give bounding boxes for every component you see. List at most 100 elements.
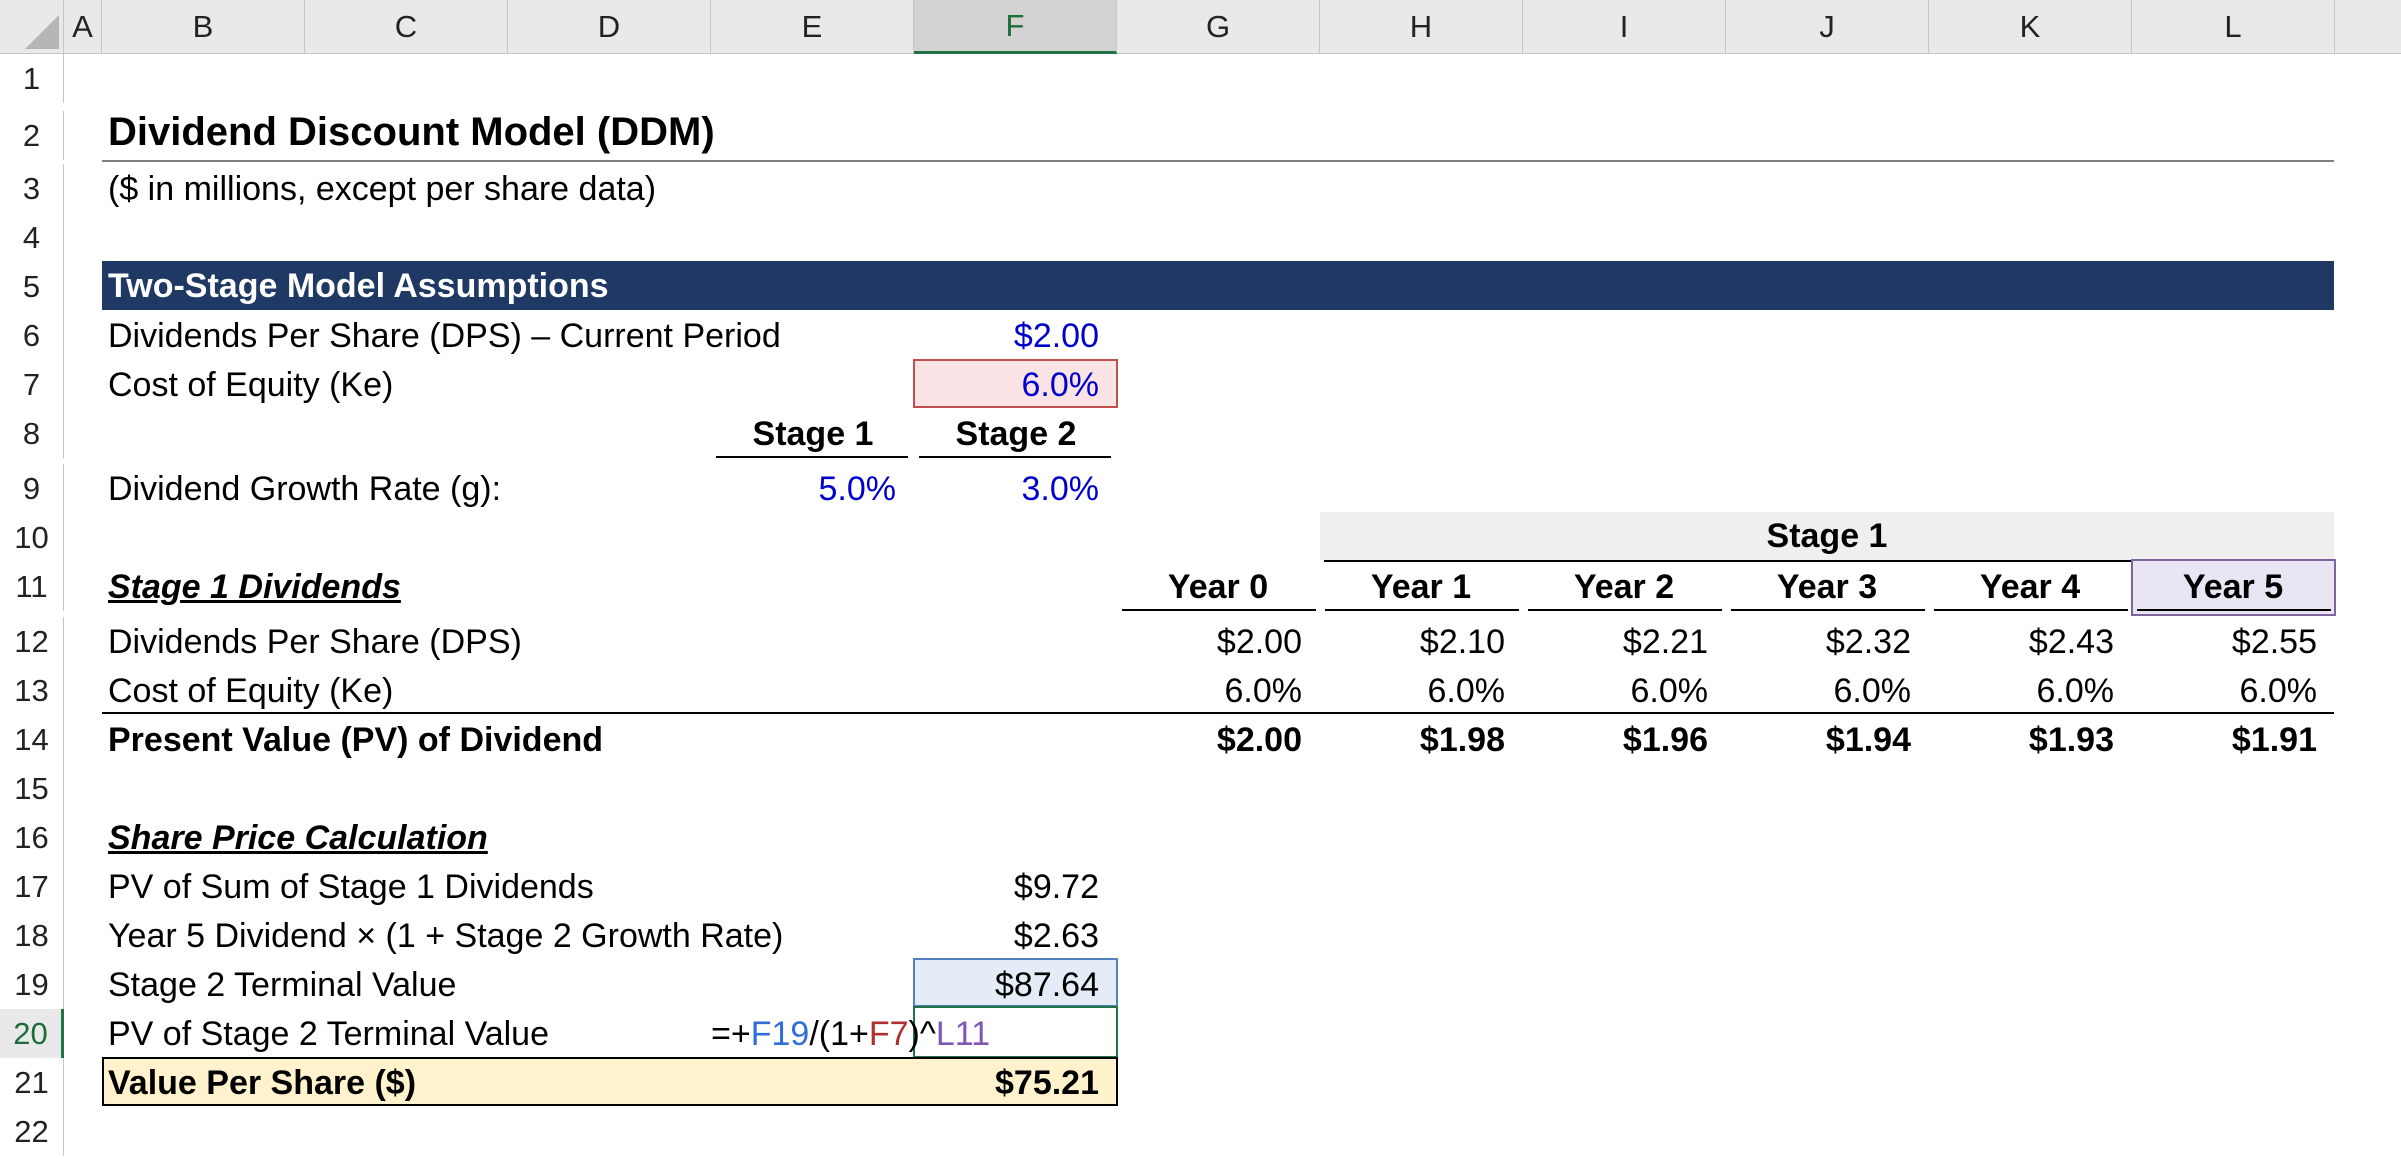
- year-1-header[interactable]: Year 1: [1324, 567, 1518, 607]
- column-header-g[interactable]: G: [1117, 0, 1320, 54]
- formula-ref-l11: L11: [935, 1015, 991, 1053]
- row-header-15[interactable]: 15: [0, 764, 64, 813]
- formula-prefix: =+: [711, 1015, 751, 1053]
- row-header-14[interactable]: 14: [0, 715, 64, 764]
- stage1-dividends-section-label[interactable]: Stage 1 Dividends: [108, 567, 401, 607]
- row-header-4[interactable]: 4: [0, 213, 64, 262]
- stage1-growth-header[interactable]: Stage 1: [716, 414, 910, 454]
- dps-year-5[interactable]: $2.55: [2132, 622, 2317, 662]
- formula-divide-part: /(1+: [809, 1015, 869, 1053]
- pv-row-label[interactable]: Present Value (PV) of Dividend: [108, 720, 603, 760]
- dps-year-2[interactable]: $2.21: [1523, 622, 1708, 662]
- ke-year-3[interactable]: 6.0%: [1726, 671, 1912, 711]
- formula-power-part: )^: [908, 1015, 936, 1053]
- terminal-value-value[interactable]: $87.64: [914, 965, 1099, 1005]
- year-3-header[interactable]: Year 3: [1730, 567, 1924, 607]
- row-header-20[interactable]: 20: [0, 1009, 64, 1058]
- column-header-a[interactable]: A: [64, 0, 102, 54]
- page-subtitle[interactable]: ($ in millions, except per share data): [108, 169, 656, 209]
- column-header-e[interactable]: E: [711, 0, 914, 54]
- stage1-band-label: Stage 1: [1766, 517, 1888, 555]
- spreadsheet-grid[interactable]: A B C D E F G H I J K L 1 2 3 4 5 6 7 8 …: [0, 0, 2401, 1159]
- year-4-header[interactable]: Year 4: [1933, 567, 2127, 607]
- stage1-header-underline: [716, 456, 908, 458]
- formula-in-cell-editor[interactable]: =+F19/(1+F7)^L11: [711, 1014, 990, 1054]
- dps-year-4[interactable]: $2.43: [1929, 622, 2114, 662]
- row-header-2[interactable]: 2: [0, 111, 64, 160]
- pv-year-0[interactable]: $2.00: [1117, 720, 1302, 760]
- row-header-5[interactable]: 5: [0, 262, 64, 311]
- ke-row-label[interactable]: Cost of Equity (Ke): [108, 671, 393, 711]
- row-header-8[interactable]: 8: [0, 409, 64, 458]
- pv-year-3[interactable]: $1.94: [1726, 720, 1911, 760]
- row-header-11[interactable]: 11: [0, 562, 64, 611]
- pv-year-4[interactable]: $1.93: [1929, 720, 2114, 760]
- row-header-7[interactable]: 7: [0, 360, 64, 409]
- ke-year-5[interactable]: 6.0%: [2132, 671, 2318, 711]
- year-4-underline: [1934, 609, 2128, 611]
- row-header-10[interactable]: 10: [0, 513, 64, 562]
- dps-row-label[interactable]: Dividends Per Share (DPS): [108, 622, 522, 662]
- dps-current-value[interactable]: $2.00: [914, 316, 1099, 356]
- column-header-c[interactable]: C: [305, 0, 508, 54]
- growth-rate-label[interactable]: Dividend Growth Rate (g):: [108, 469, 501, 509]
- column-header-f[interactable]: F: [914, 0, 1117, 54]
- value-per-share-label[interactable]: Value Per Share ($): [108, 1063, 416, 1103]
- share-price-section-label[interactable]: Share Price Calculation: [108, 818, 488, 858]
- dps-year-3[interactable]: $2.32: [1726, 622, 1911, 662]
- cost-of-equity-value[interactable]: 6.0%: [914, 365, 1100, 405]
- pv-year-2[interactable]: $1.96: [1523, 720, 1708, 760]
- pv-year-5[interactable]: $1.91: [2132, 720, 2317, 760]
- pv-year-1[interactable]: $1.98: [1320, 720, 1505, 760]
- row-header-12[interactable]: 12: [0, 617, 64, 666]
- year-1-underline: [1325, 609, 1519, 611]
- row-header-6[interactable]: 6: [0, 311, 64, 360]
- year5-dividend-value[interactable]: $2.63: [914, 916, 1099, 956]
- row-header-16[interactable]: 16: [0, 813, 64, 862]
- year-5-header[interactable]: Year 5: [2136, 567, 2330, 607]
- ke-year-1[interactable]: 6.0%: [1320, 671, 1506, 711]
- ke-year-2[interactable]: 6.0%: [1523, 671, 1709, 711]
- ke-year-4[interactable]: 6.0%: [1929, 671, 2115, 711]
- year-5-underline: [2137, 609, 2331, 611]
- column-header-b[interactable]: B: [102, 0, 305, 54]
- select-all-corner[interactable]: [0, 0, 64, 54]
- column-header-j[interactable]: J: [1726, 0, 1929, 54]
- row-header-1[interactable]: 1: [0, 54, 64, 103]
- row-header-21[interactable]: 21: [0, 1058, 64, 1107]
- row-header-18[interactable]: 18: [0, 911, 64, 960]
- row-header-9[interactable]: 9: [0, 464, 64, 513]
- growth-stage2-value[interactable]: 3.0%: [914, 469, 1100, 509]
- stage2-growth-header[interactable]: Stage 2: [919, 414, 1113, 454]
- pv-terminal-value-label[interactable]: PV of Stage 2 Terminal Value: [108, 1014, 549, 1054]
- pv-sum-stage1-value[interactable]: $9.72: [914, 867, 1099, 907]
- year5-dividend-label[interactable]: Year 5 Dividend × (1 + Stage 2 Growth Ra…: [108, 916, 783, 956]
- year-0-header[interactable]: Year 0: [1121, 567, 1315, 607]
- growth-stage1-value[interactable]: 5.0%: [711, 469, 897, 509]
- column-header-h[interactable]: H: [1320, 0, 1523, 54]
- pv-sum-stage1-label[interactable]: PV of Sum of Stage 1 Dividends: [108, 867, 594, 907]
- column-header-l[interactable]: L: [2132, 0, 2335, 54]
- dps-year-1[interactable]: $2.10: [1320, 622, 1505, 662]
- row-header-13[interactable]: 13: [0, 666, 64, 715]
- stage2-header-underline: [919, 456, 1111, 458]
- pv-row-top-border: [102, 712, 2334, 714]
- column-header-i[interactable]: I: [1523, 0, 1726, 54]
- row-header-17[interactable]: 17: [0, 862, 64, 911]
- year-2-underline: [1528, 609, 1722, 611]
- row-header-19[interactable]: 19: [0, 960, 64, 1009]
- dps-year-0[interactable]: $2.00: [1117, 622, 1302, 662]
- formula-ref-f19: F19: [750, 1015, 810, 1053]
- row-header-3[interactable]: 3: [0, 164, 64, 213]
- year-2-header[interactable]: Year 2: [1527, 567, 1721, 607]
- ke-year-0[interactable]: 6.0%: [1117, 671, 1303, 711]
- cost-of-equity-label[interactable]: Cost of Equity (Ke): [108, 365, 393, 405]
- dps-current-label[interactable]: Dividends Per Share (DPS) – Current Peri…: [108, 316, 781, 356]
- title-divider: [102, 160, 2334, 162]
- page-title[interactable]: Dividend Discount Model (DDM): [108, 112, 715, 152]
- value-per-share-value[interactable]: $75.21: [914, 1063, 1099, 1103]
- row-header-22[interactable]: 22: [0, 1107, 64, 1156]
- column-header-k[interactable]: K: [1929, 0, 2132, 54]
- terminal-value-label[interactable]: Stage 2 Terminal Value: [108, 965, 456, 1005]
- column-header-d[interactable]: D: [508, 0, 711, 54]
